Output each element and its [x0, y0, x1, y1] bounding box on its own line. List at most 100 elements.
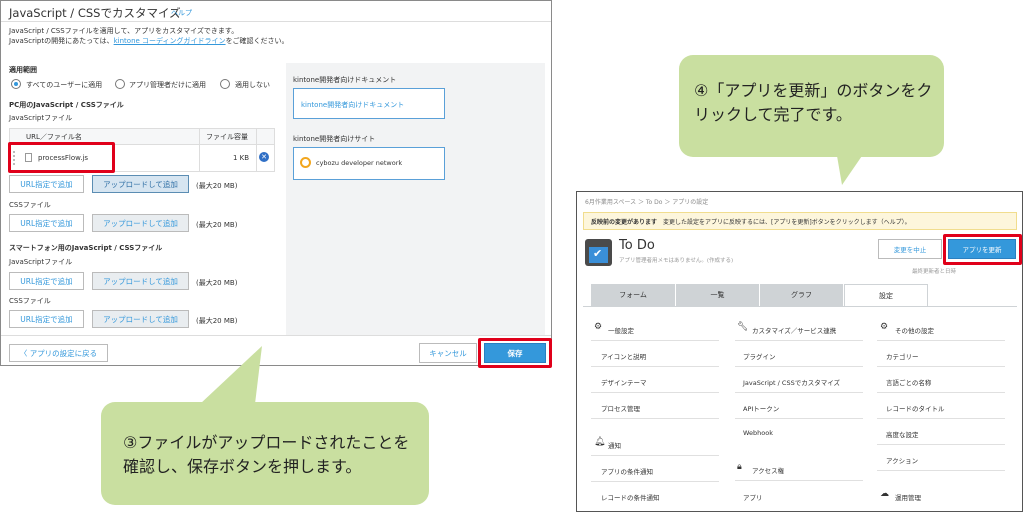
callout-step4-text: ④「アプリを更新」のボタンをクリックして完了です。 [694, 81, 933, 124]
category-link[interactable]: カテゴリー [886, 351, 919, 361]
advanced-settings-link[interactable]: 高度な設定 [886, 429, 919, 439]
tab-view[interactable]: 一覧 [676, 284, 759, 306]
record-title-link[interactable]: レコードのタイトル [886, 403, 945, 413]
divider [591, 455, 719, 456]
process-management-link[interactable]: プロセス管理 [601, 403, 640, 413]
action-link[interactable]: アクション [886, 455, 918, 465]
css-url-add-button[interactable]: URL指定で追加 [9, 214, 84, 232]
pc-files-heading: PC用のJavaScript / CSSファイル [9, 101, 124, 109]
file-size: 1 KB [233, 154, 250, 162]
column-url: URL／ファイル名 [26, 133, 82, 141]
divider [735, 392, 863, 393]
icon-description-link[interactable]: アイコンと説明 [601, 351, 646, 361]
design-theme-link[interactable]: デザインテーマ [601, 377, 647, 387]
api-token-link[interactable]: APIトークン [743, 403, 779, 413]
app-settings-panel: 6月作業用スペース ＞ To Do ＞ アプリの設定 反映前の変更があります 変… [576, 191, 1023, 512]
wrench-icon: 🔧︎ [737, 322, 749, 332]
app-memo[interactable]: アプリ管理者用メモはありません。(作成する) [619, 256, 733, 264]
divider [877, 418, 1005, 419]
gears-icon: ⚙ [880, 322, 889, 332]
scope-radio-none[interactable] [220, 79, 230, 89]
callout-step3-text: ③ファイルがアップロードされたことを確認し、保存ボタンを押します。 [123, 433, 410, 476]
max-size-note: (最大20 MB) [196, 279, 238, 287]
site-heading: kintone開発者向けサイト [293, 135, 376, 143]
js-css-customize-link[interactable]: JavaScript / CSSでカスタマイズ [743, 377, 840, 387]
back-label: アプリの設定に戻る [29, 348, 98, 358]
customize-heading: カスタマイズ／サービス連携 [752, 327, 837, 335]
smartphone-files-heading: スマートフォン用のJavaScript / CSSファイル [9, 244, 163, 252]
max-size-note: (最大20 MB) [196, 182, 238, 190]
tab-settings[interactable]: 設定 [844, 284, 928, 306]
scope-radio-admin[interactable] [115, 79, 125, 89]
highlight-update-button [943, 234, 1022, 265]
tab-form[interactable]: フォーム [591, 284, 675, 306]
js-files-label: JavaScriptファイル [9, 114, 73, 122]
divider [735, 480, 863, 481]
highlight-file-name [8, 142, 115, 173]
max-size-note: (最大20 MB) [196, 221, 238, 229]
cancel-button[interactable]: キャンセル [419, 343, 477, 363]
notification-heading: 通知 [608, 442, 621, 450]
js-css-customize-panel: JavaScript / CSSでカスタマイズ ヘルプ JavaScript /… [0, 0, 552, 368]
divider [877, 366, 1005, 367]
checkmark-icon: ✔ [593, 247, 603, 260]
scope-label-all: すべてのユーザーに適用 [26, 81, 103, 89]
footer-divider [1, 335, 551, 336]
lock-icon: 🔒︎ [737, 462, 742, 472]
app-condition-notify-link[interactable]: アプリの条件通知 [601, 466, 653, 476]
cybozu-logo-icon [300, 157, 311, 168]
scope-label-none: 適用しない [235, 81, 270, 89]
tab-graph[interactable]: グラフ [760, 284, 843, 306]
js-upload-button[interactable]: アップロードして追加 [92, 175, 189, 193]
description-text-end: をご確認ください。 [225, 37, 289, 45]
divider [591, 392, 719, 393]
divider [591, 481, 719, 482]
back-to-settings-button[interactable]: 〈 アプリの設定に戻る [9, 344, 108, 362]
divider [735, 366, 863, 367]
css-upload-button[interactable]: アップロードして追加 [92, 214, 189, 232]
sp-js-upload-button[interactable]: アップロードして追加 [92, 272, 189, 290]
divider [1, 21, 551, 22]
sp-js-url-add-button[interactable]: URL指定で追加 [9, 272, 84, 290]
page-title: JavaScript / CSSでカスタマイズ [9, 6, 181, 20]
record-condition-notify-link[interactable]: レコードの条件通知 [601, 492, 660, 502]
description-text: JavaScriptの開発にあたっては、 [9, 37, 114, 45]
coding-guideline-link[interactable]: kintone コーディングガイドライン [114, 37, 226, 45]
divider [735, 418, 863, 419]
column-size: ファイル容量 [206, 133, 248, 141]
plugin-link[interactable]: プラグイン [743, 351, 776, 361]
chevron-left-icon: 〈 [19, 348, 30, 358]
sp-css-url-add-button[interactable]: URL指定で追加 [9, 310, 84, 328]
discard-changes-button[interactable]: 変更を中止 [878, 239, 942, 259]
max-size-note: (最大20 MB) [196, 317, 238, 325]
divider [591, 366, 719, 367]
bell-icon: 🔔︎ [594, 437, 606, 447]
description-line-1: JavaScript / CSSファイルを適用して、アプリをカスタマイズできます… [9, 27, 239, 35]
webhook-link[interactable]: Webhook [743, 429, 773, 437]
last-updated: 最終更新者と日時 [912, 269, 957, 275]
sp-js-files-label: JavaScriptファイル [9, 258, 73, 266]
tab-divider [583, 306, 1017, 307]
language-names-link[interactable]: 言語ごとの名称 [886, 377, 931, 387]
description-line-2: JavaScriptの開発にあたっては、kintone コーディングガイドライン… [9, 36, 289, 46]
divider [877, 470, 1005, 471]
sp-css-upload-button[interactable]: アップロードして追加 [92, 310, 189, 328]
app-access-link[interactable]: アプリ [743, 492, 763, 502]
site-link[interactable]: cybozu developer network [316, 159, 402, 167]
doc-heading: kintone開発者向けドキュメント [293, 76, 397, 84]
app-name: To Do [619, 238, 655, 253]
divider [877, 444, 1005, 445]
access-heading: アクセス権 [752, 467, 785, 475]
divider [591, 418, 719, 419]
breadcrumb[interactable]: 6月作業用スペース ＞ To Do ＞ アプリの設定 [585, 197, 708, 206]
js-url-add-button[interactable]: URL指定で追加 [9, 175, 84, 193]
cloud-icon: ☁ [880, 489, 889, 499]
scope-label-admin: アプリ管理者だけに適用 [129, 81, 206, 89]
notice-title: 反映前の変更があります [591, 219, 658, 226]
scope-radio-all[interactable] [11, 79, 21, 89]
remove-file-icon[interactable]: ✕ [259, 152, 269, 162]
help-link[interactable]: ヘルプ [171, 8, 192, 18]
doc-link[interactable]: kintone開発者向けドキュメント [301, 100, 404, 110]
gear-icon: ⚙ [594, 322, 603, 332]
other-settings-heading: その他の設定 [895, 327, 934, 335]
